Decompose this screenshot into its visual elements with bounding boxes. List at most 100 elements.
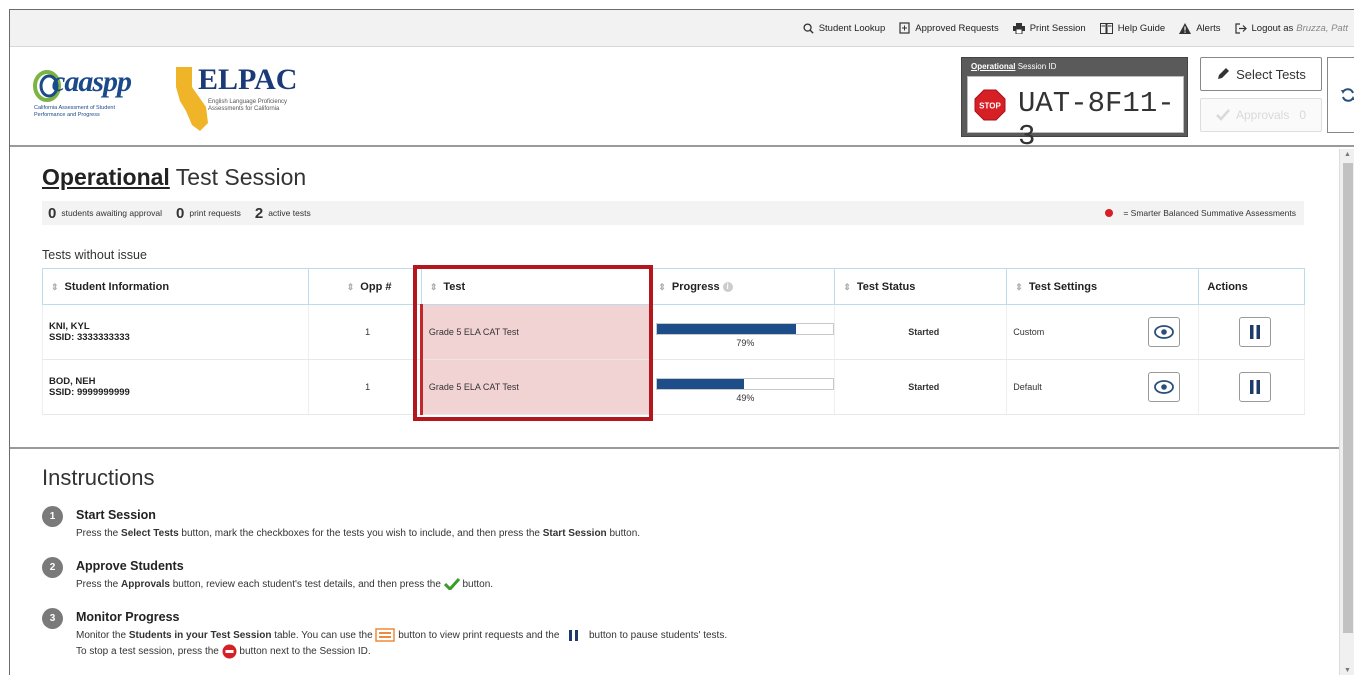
approvals-count: 0 <box>1299 108 1307 122</box>
print-session-link[interactable]: Print Session <box>1012 22 1086 34</box>
document-icon <box>899 22 910 34</box>
red-dot-icon <box>1105 209 1114 217</box>
caaspp-logo: caaspp California Assessment of Student … <box>32 65 162 127</box>
stat-awaiting-approval: 0 students awaiting approval <box>48 204 162 222</box>
sort-icon: ⇕ <box>658 281 666 292</box>
opp-cell: 1 <box>308 359 422 415</box>
stop-icon <box>222 644 237 659</box>
table-row: BOD, NEH SSID: 9999999999 1 Grade 5 ELA C… <box>41 359 1305 415</box>
step-heading: Start Session <box>76 508 156 522</box>
progress-bar: 79% <box>656 318 835 348</box>
info-icon[interactable]: i <box>722 281 733 292</box>
eye-icon <box>1154 380 1175 394</box>
approved-requests-label: Approved Requests <box>915 22 999 34</box>
test-status-cell: Started <box>834 359 1007 415</box>
select-tests-button[interactable]: Select Tests <box>1200 57 1322 91</box>
warning-icon <box>1179 22 1192 34</box>
logout-icon <box>1234 22 1247 34</box>
approvals-button[interactable]: Approvals 0 <box>1200 98 1322 132</box>
pause-icon <box>569 629 579 641</box>
logout-link[interactable]: Logout as Bruzza, Patt <box>1234 22 1348 34</box>
pause-icon <box>1249 380 1260 394</box>
assessment-legend: = Smarter Balanced Summative Assessments <box>1105 208 1296 218</box>
progress-text: 79% <box>736 338 755 348</box>
test-cell: Grade 5 ELA CAT Test <box>419 304 650 360</box>
alerts-link[interactable]: Alerts <box>1179 22 1221 34</box>
step-number: 3 <box>42 608 63 629</box>
printer-icon <box>1012 22 1025 34</box>
student-lookup-link[interactable]: Student Lookup <box>803 22 886 34</box>
student-lookup-label: Student Lookup <box>818 22 886 34</box>
pause-icon <box>1249 325 1260 339</box>
main-content: Operational Test Session 0 students await… <box>10 149 1339 447</box>
view-settings-button[interactable] <box>1148 317 1181 347</box>
column-header-settings[interactable]: ⇕ Test Settings <box>1006 268 1199 305</box>
checkmark-icon <box>1216 109 1230 121</box>
progress-fill <box>657 379 744 389</box>
column-header-progress[interactable]: ⇕ Progress i <box>649 268 835 305</box>
elpac-wordmark: ELPAC <box>198 63 298 96</box>
refresh-button[interactable] <box>1327 57 1354 133</box>
sort-icon: ⇕ <box>1015 281 1023 292</box>
stat-print-requests: 0 print requests <box>176 204 241 222</box>
sort-icon: ⇕ <box>843 281 851 292</box>
vertical-scrollbar[interactable]: ▲ ▼ <box>1339 149 1354 675</box>
step-number: 1 <box>42 506 63 527</box>
approved-requests-link[interactable]: Approved Requests <box>899 22 999 34</box>
session-id-panel: Operational Session ID STOP UAT-8F11-3 <box>961 57 1188 153</box>
student-info-cell: KNI, KYL SSID: 3333333333 <box>41 304 309 360</box>
scrollbar-thumb[interactable] <box>1343 163 1353 633</box>
view-settings-button[interactable] <box>1148 372 1181 402</box>
settings-label: Custom <box>1013 327 1045 337</box>
student-info-cell: BOD, NEH SSID: 9999999999 <box>41 359 309 415</box>
column-header-status[interactable]: ⇕ Test Status <box>834 268 1007 305</box>
caaspp-subtitle: California Assessment of Student Perform… <box>34 105 116 118</box>
page-title: Operational Test Session <box>42 164 306 191</box>
step-heading: Approve Students <box>76 559 184 573</box>
svg-text:STOP: STOP <box>979 102 1001 111</box>
pencil-icon <box>1218 68 1230 79</box>
step-heading: Monitor Progress <box>76 610 180 624</box>
pause-button[interactable] <box>1238 317 1271 347</box>
alerts-label: Alerts <box>1196 22 1221 34</box>
tests-without-issue-label: Tests without issue <box>42 248 147 262</box>
pause-button[interactable] <box>1238 372 1271 402</box>
column-header-actions: Actions <box>1198 268 1305 305</box>
test-cell: Grade 5 ELA CAT Test <box>419 359 650 415</box>
progress-cell: 79% <box>649 304 835 360</box>
help-guide-link[interactable]: Help Guide <box>1099 22 1166 34</box>
eye-icon <box>1154 325 1175 339</box>
app-window: Student Lookup Approved Requests Print S… <box>9 9 1354 675</box>
scroll-up-icon[interactable]: ▲ <box>1344 151 1351 158</box>
logout-label: Logout as <box>1251 22 1294 34</box>
session-stats-bar: 0 students awaiting approval 0 print reque… <box>42 201 1304 225</box>
test-settings-cell: Custom <box>1006 304 1199 360</box>
instructions-title: Instructions <box>42 465 155 490</box>
table-row: KNI, KYL SSID: 3333333333 1 Grade 5 ELA C… <box>41 304 1305 360</box>
step-description: Press the Approvals button, review each … <box>76 578 494 591</box>
legend-label: = Smarter Balanced Summative Assessments <box>1123 208 1296 218</box>
approvals-label: Approvals <box>1235 108 1290 122</box>
column-header-student[interactable]: ⇕ Student Information <box>41 268 309 305</box>
top-navigation: Student Lookup Approved Requests Print S… <box>10 10 1354 47</box>
actions-cell <box>1198 359 1305 415</box>
elpac-logo: ELPAC English Language Proficiency Asses… <box>170 63 340 135</box>
sort-icon: ⇕ <box>346 281 355 292</box>
session-id-label: Operational Session ID <box>971 62 1057 71</box>
header: caaspp California Assessment of Student … <box>10 47 1354 153</box>
progress-cell: 49% <box>649 359 835 415</box>
stop-session-icon[interactable]: STOP <box>974 89 1006 121</box>
settings-label: Default <box>1013 382 1042 392</box>
column-header-test[interactable]: ⇕ Test <box>420 268 650 305</box>
instructions-panel: Instructions 1 Start Session Press the S… <box>10 447 1339 675</box>
user-name: Bruzza, Patt <box>1296 22 1348 34</box>
column-header-opp[interactable]: ⇕ Opp # <box>308 268 422 305</box>
students-table: ⇕ Student Information ⇕ Opp # ⇕ Test ⇕ Progr… <box>41 268 1305 415</box>
step-description: Monitor the Students in your Test Sessio… <box>76 628 728 659</box>
scroll-down-icon[interactable]: ▼ <box>1344 667 1351 674</box>
print-session-label: Print Session <box>1029 22 1086 34</box>
opp-cell: 1 <box>308 304 422 360</box>
search-icon <box>803 22 814 34</box>
refresh-icon <box>1340 88 1354 102</box>
help-guide-label: Help Guide <box>1117 22 1166 34</box>
